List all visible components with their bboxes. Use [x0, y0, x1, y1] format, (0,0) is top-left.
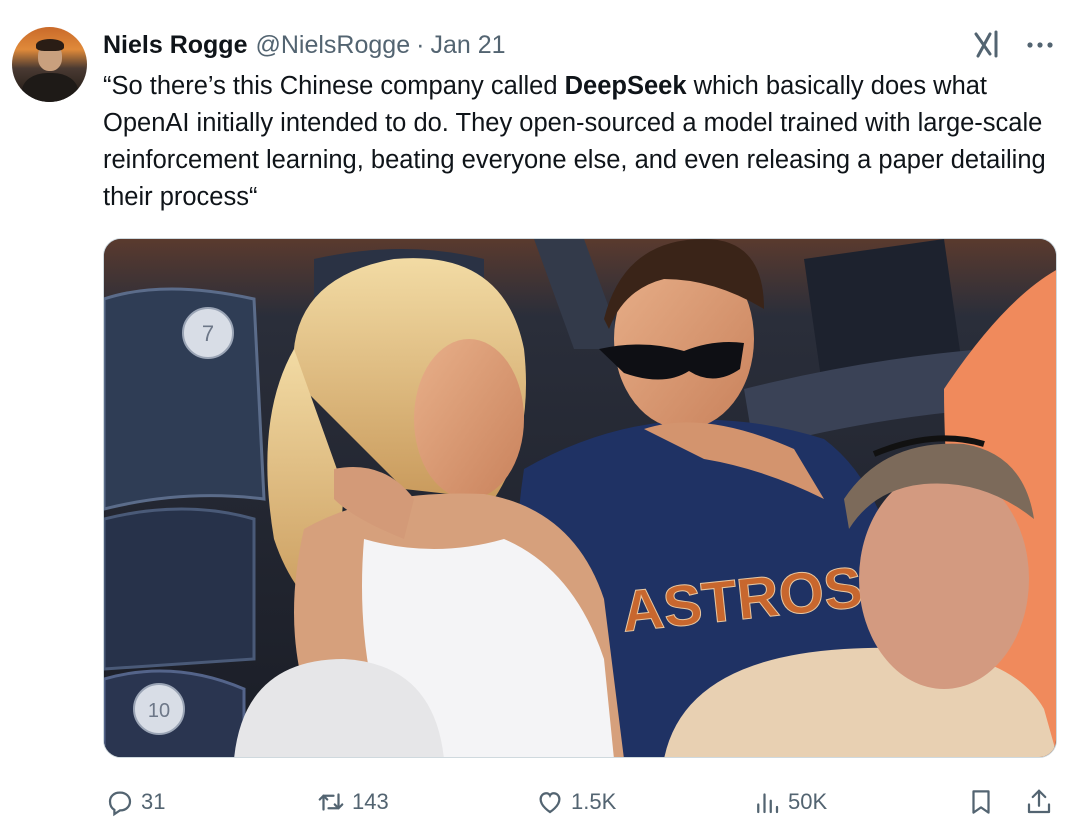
views-count: 50K [788, 789, 828, 814]
repost-button[interactable]: 143 [316, 782, 389, 822]
tweet-text-bold: DeepSeek [564, 72, 687, 100]
views-icon [757, 793, 779, 814]
bookmark-icon [972, 790, 990, 814]
views-button[interactable]: 50K [752, 782, 827, 822]
tweet-date[interactable]: Jan 21 [430, 31, 505, 60]
share-icon [1027, 789, 1051, 814]
seat-number-10: 10 [148, 700, 170, 722]
action-bar: 31 143 1.5K 50K [0, 782, 1080, 822]
repost-count: 143 [352, 789, 389, 814]
tweet-image[interactable]: 7 10 ASTROS [103, 238, 1057, 758]
share-button[interactable] [1024, 782, 1054, 822]
more-icon[interactable] [1022, 30, 1058, 60]
avatar-hair [36, 39, 64, 51]
tweet-text: “So there’s this Chinese company called … [103, 68, 1048, 216]
author-name[interactable]: Niels Rogge [103, 31, 247, 60]
bookmark-button[interactable] [966, 782, 996, 822]
avatar[interactable] [12, 27, 87, 102]
photo-illustration: 7 10 ASTROS [104, 239, 1056, 757]
like-button[interactable]: 1.5K [535, 782, 616, 822]
repost-icon [318, 793, 344, 811]
author-handle[interactable]: @NielsRogge [255, 31, 410, 60]
heart-icon [539, 792, 561, 814]
like-count: 1.5K [571, 789, 617, 814]
seat-number-7: 7 [202, 321, 214, 346]
reply-icon [108, 791, 132, 817]
tweet-text-part-1: “So there’s this Chinese company called [103, 72, 565, 100]
reply-button[interactable]: 31 [105, 782, 165, 822]
avatar-body [22, 73, 78, 102]
tweet-header: Niels Rogge @NielsRogge · Jan 21 [103, 28, 506, 62]
reply-count: 31 [141, 789, 166, 814]
header-separator: · [416, 30, 425, 59]
grok-icon[interactable] [970, 28, 1006, 62]
